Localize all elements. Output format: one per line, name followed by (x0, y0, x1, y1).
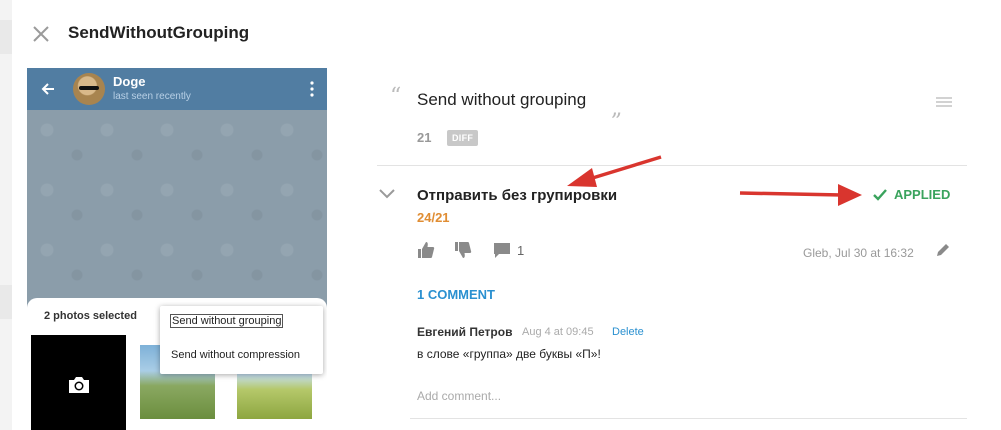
chevron-down-icon[interactable] (378, 187, 396, 199)
translation-text: Отправить без групировки (417, 187, 618, 204)
annotation-arrow (585, 155, 662, 182)
sheet-title: 2 photos selected (44, 310, 137, 322)
phone-screenshot: Doge last seen recently 2 photos selecte… (27, 68, 327, 430)
close-icon[interactable] (30, 23, 52, 45)
annotation-arrowhead (567, 168, 597, 187)
thumbs-down-icon[interactable] (454, 241, 472, 259)
comments-toggle-link[interactable]: 1 COMMENT (417, 287, 495, 302)
send-options-popup: Send without grouping Send without compr… (160, 306, 323, 374)
page-title: SendWithoutGrouping (68, 23, 250, 42)
left-edge-strip (0, 0, 12, 430)
attach-sheet: 2 photos selected Send without grouping … (27, 298, 327, 430)
menu-item-send-without-compression: Send without compression (171, 349, 301, 361)
back-arrow-icon (39, 80, 57, 98)
comment-count: 1 (517, 243, 525, 258)
menu-item-send-without-grouping: Send without grouping (169, 314, 284, 328)
applied-status: APPLIED (872, 187, 950, 202)
more-vertical-icon (309, 80, 315, 98)
add-comment-input[interactable] (410, 382, 981, 410)
divider (377, 165, 967, 166)
thumbs-up-icon[interactable] (417, 241, 435, 259)
divider (410, 418, 967, 419)
pencil-icon[interactable] (935, 242, 951, 258)
translation-char-count: 24/21 (417, 210, 450, 225)
close-quote-icon: „ (611, 96, 623, 121)
diff-button[interactable]: DIFF (447, 130, 479, 146)
check-icon (872, 188, 888, 202)
source-char-count: 21 (417, 130, 432, 145)
comment-date: Aug 4 at 09:45 (522, 326, 594, 338)
annotation-arrow (739, 191, 843, 197)
applied-label: APPLIED (894, 187, 951, 202)
source-string: Send without grouping (417, 90, 587, 109)
open-quote-icon: “ (390, 84, 402, 109)
chat-name: Doge (113, 74, 146, 89)
chat-header: Doge last seen recently (27, 68, 327, 110)
camera-icon (67, 375, 91, 395)
annotation-arrowhead (838, 184, 862, 206)
menu-icon[interactable] (936, 96, 952, 108)
avatar (73, 73, 105, 105)
comment-text: в слове «группа» две буквы «П»! (417, 347, 601, 361)
left-edge-band (0, 20, 12, 54)
camera-tile (31, 335, 126, 430)
author-date: Gleb, Jul 30 at 16:32 (803, 246, 914, 260)
comment-icon[interactable] (493, 242, 511, 259)
comment-author: Евгений Петров (417, 325, 513, 339)
left-edge-band (0, 285, 12, 319)
delete-comment-link[interactable]: Delete (612, 326, 644, 338)
chat-status: last seen recently (113, 91, 191, 102)
